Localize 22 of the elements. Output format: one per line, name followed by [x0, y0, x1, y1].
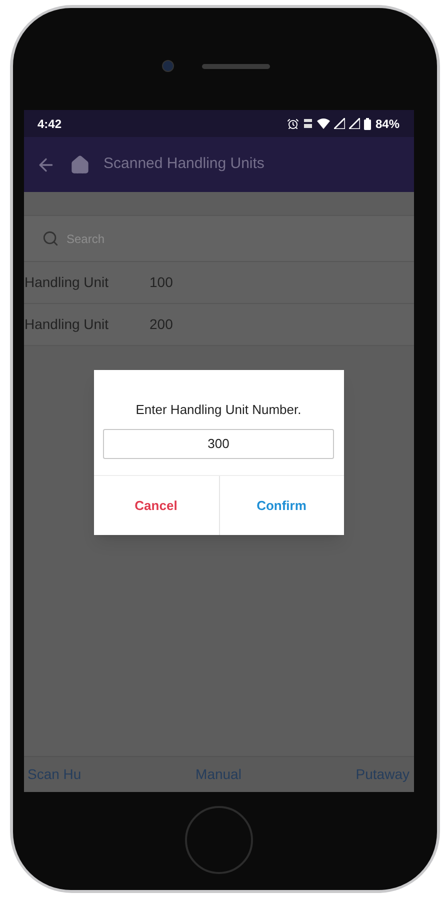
list-row[interactable]: Handling Unit 200 [24, 304, 414, 346]
wifi-icon [317, 118, 330, 129]
app-bar-title: Scanned Handling Units [104, 154, 264, 174]
row-value: 100 [150, 273, 173, 292]
battery-icon [364, 118, 372, 130]
dialog-button[interactable]: Cancel [94, 476, 218, 535]
status-time: 4:42 [38, 116, 62, 132]
dialog-title: Enter Handling Unit Number. [136, 401, 302, 419]
row-label: Handling Unit [24, 315, 110, 334]
unit-number-input[interactable]: 300 [103, 428, 334, 458]
speaker-icon [202, 64, 270, 68]
alarm-icon [287, 118, 300, 130]
battery-percent: 84% [375, 116, 400, 132]
signal-icon [334, 118, 346, 129]
search-icon [42, 230, 58, 247]
home-icon[interactable] [70, 154, 90, 174]
row-value: 200 [150, 315, 173, 334]
camera-icon [162, 60, 174, 72]
signal-icon [349, 118, 360, 129]
list-row[interactable]: Handling Unit 100 [24, 262, 414, 304]
dialog-button[interactable]: Confirm [218, 476, 344, 535]
row-label: Handling Unit [24, 273, 110, 292]
